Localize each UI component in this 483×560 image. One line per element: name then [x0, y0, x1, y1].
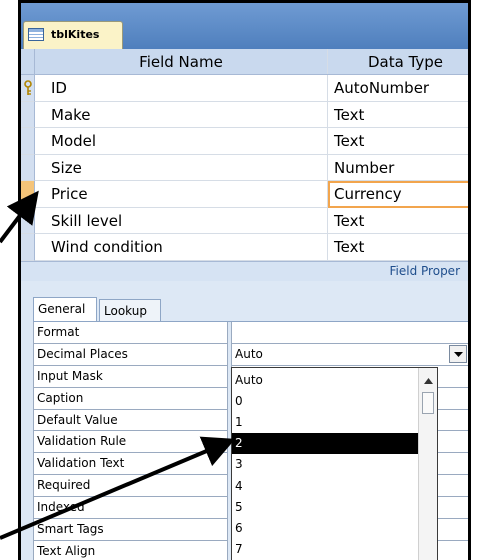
column-header-data-type: Data Type — [328, 49, 468, 74]
chevron-down-icon — [454, 351, 463, 357]
table-design-grid: Field Name Data Type ID AutoNumber Make Tex… — [21, 49, 468, 261]
property-label: Text Align — [33, 540, 228, 560]
dropdown-option[interactable]: 3 — [232, 454, 419, 475]
dropdown-option[interactable]: 7 — [232, 539, 419, 560]
row-selector[interactable] — [21, 234, 35, 261]
property-value-text: Auto — [235, 346, 263, 361]
field-name-cell[interactable]: Price — [35, 181, 328, 208]
row-selector[interactable] — [21, 75, 35, 102]
scroll-up-icon[interactable] — [424, 378, 433, 384]
field-name-cell[interactable]: Make — [35, 101, 328, 128]
field-name-cell[interactable]: Skill level — [35, 207, 328, 234]
field-properties-bar: Field Proper — [21, 261, 468, 281]
dropdown-option[interactable]: 6 — [232, 518, 419, 539]
data-type-cell[interactable]: Text — [328, 128, 468, 155]
dropdown-option[interactable]: 2 — [232, 433, 419, 455]
primary-key-icon — [24, 80, 32, 95]
field-name-cell[interactable]: Model — [35, 128, 328, 155]
table-row[interactable]: Wind condition Text — [21, 234, 468, 261]
field-name-cell[interactable]: ID — [35, 75, 328, 102]
property-label: Smart Tags — [33, 519, 228, 541]
tab-label: tblKites — [51, 28, 100, 41]
tab-lookup[interactable]: Lookup — [99, 299, 161, 321]
dropdown-option[interactable]: Auto — [232, 370, 419, 391]
row-selector[interactable] — [21, 128, 35, 155]
field-name-cell[interactable]: Size — [35, 154, 328, 181]
property-row: Decimal Places Auto — [33, 343, 468, 366]
table-icon — [28, 28, 44, 41]
document-tab-bar: tblKites — [21, 3, 468, 49]
data-type-cell[interactable]: Text — [328, 234, 468, 261]
data-type-cell[interactable]: Currency — [328, 181, 468, 208]
grid-header: Field Name Data Type — [21, 49, 468, 75]
property-label: Format — [33, 322, 228, 344]
property-label: Default Value — [33, 409, 228, 432]
tab-tblkites[interactable]: tblKites — [23, 21, 123, 49]
table-row[interactable]: Price Currency — [21, 181, 468, 208]
table-row[interactable]: Make Text — [21, 101, 468, 128]
property-label: Caption — [33, 387, 228, 410]
property-label: Indexed — [33, 497, 228, 520]
property-label: Validation Rule — [33, 431, 228, 454]
row-selector[interactable] — [21, 207, 35, 234]
data-type-cell[interactable]: Text — [328, 207, 468, 234]
row-selector[interactable] — [21, 154, 35, 181]
access-window: tblKites Field Name Data Type ID AutoNumb… — [18, 0, 471, 560]
table-row[interactable]: Model Text — [21, 128, 468, 155]
data-type-cell[interactable]: AutoNumber — [328, 75, 468, 102]
column-header-field-name: Field Name — [35, 49, 328, 74]
row-selector[interactable] — [21, 101, 35, 128]
dropdown-scrollbar[interactable] — [418, 368, 437, 560]
dropdown-option[interactable]: 1 — [232, 412, 419, 433]
table-row[interactable]: ID AutoNumber — [21, 75, 468, 102]
table-row[interactable]: Size Number — [21, 154, 468, 181]
field-properties-title: Field Proper — [389, 264, 460, 278]
property-label: Decimal Places — [33, 343, 228, 366]
property-label: Validation Text — [33, 453, 228, 476]
scroll-thumb[interactable] — [422, 392, 434, 414]
property-value[interactable]: Auto — [231, 343, 468, 366]
header-selector[interactable] — [21, 49, 35, 74]
dropdown-option[interactable]: 0 — [232, 391, 419, 412]
data-type-cell[interactable]: Text — [328, 101, 468, 128]
property-label: Required — [33, 475, 228, 498]
property-label: Input Mask — [33, 365, 228, 388]
property-row: Format — [33, 322, 468, 344]
data-type-cell[interactable]: Number — [328, 154, 468, 181]
decimal-places-dropdown-button[interactable] — [449, 344, 467, 363]
tab-general[interactable]: General — [33, 297, 97, 321]
field-name-cell[interactable]: Wind condition — [35, 234, 328, 261]
decimal-places-dropdown-list[interactable]: Auto012345678 — [231, 367, 438, 560]
property-value[interactable] — [231, 322, 468, 344]
dropdown-option[interactable]: 4 — [232, 476, 419, 497]
row-selector[interactable] — [21, 181, 35, 208]
dropdown-option[interactable]: 5 — [232, 497, 419, 518]
table-row[interactable]: Skill level Text — [21, 207, 468, 234]
